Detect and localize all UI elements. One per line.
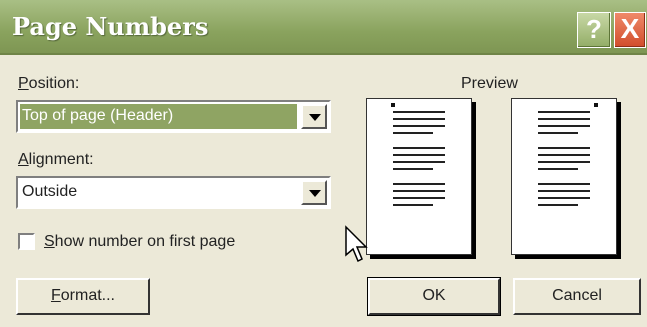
alignment-label: Alignment: <box>18 151 94 168</box>
preview-left-page <box>366 98 472 255</box>
dialog-title: Page Numbers <box>12 12 209 41</box>
mouse-pointer-icon <box>345 225 368 263</box>
page-numbers-dialog: Page Numbers ? X Position: Top of page (… <box>0 0 647 327</box>
title-bar[interactable]: Page Numbers ? X <box>0 0 647 55</box>
cancel-button[interactable]: Cancel <box>513 278 641 315</box>
preview-right-page <box>511 98 617 255</box>
show-first-page-label[interactable]: Show number on first page <box>44 233 235 251</box>
position-select[interactable]: Top of page (Header) <box>16 100 331 133</box>
position-label: Position: <box>18 75 80 92</box>
page-number-marker-left <box>391 103 395 107</box>
position-value: Top of page (Header) <box>22 107 174 124</box>
page-number-marker-right <box>594 103 598 107</box>
alignment-select[interactable]: Outside <box>16 176 331 209</box>
preview-label: Preview <box>461 75 518 92</box>
alignment-value: Outside <box>22 183 78 200</box>
show-first-page-checkbox[interactable] <box>18 233 35 250</box>
ok-button[interactable]: OK <box>367 277 501 316</box>
position-dropdown-arrow-icon[interactable] <box>301 104 327 129</box>
format-button[interactable]: Format... <box>16 278 150 315</box>
alignment-dropdown-arrow-icon[interactable] <box>301 180 327 205</box>
close-button[interactable]: X <box>614 12 646 48</box>
help-button[interactable]: ? <box>577 12 611 48</box>
